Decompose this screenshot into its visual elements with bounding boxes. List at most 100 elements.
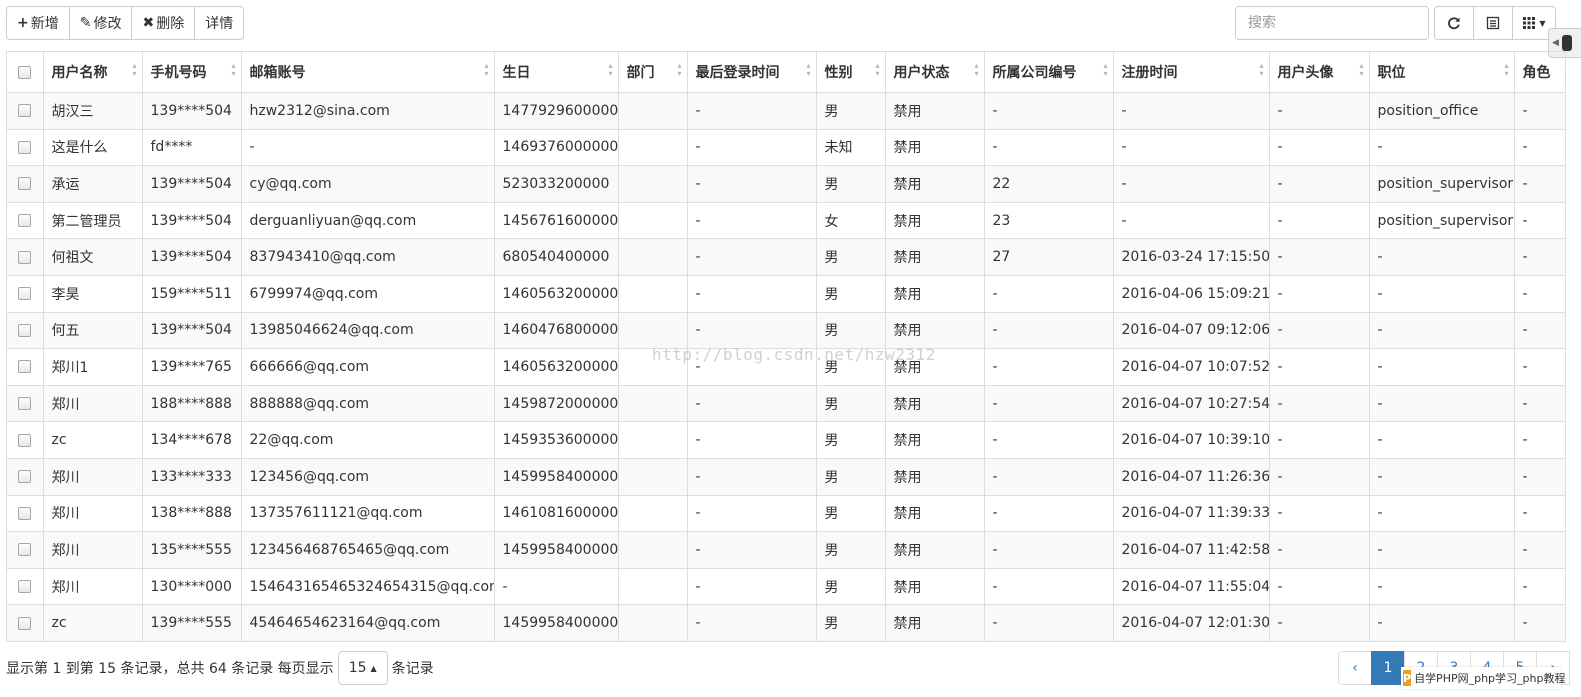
table-row[interactable]: zc 139****555 45464654623164@qq.com 1459958… xyxy=(7,604,1565,641)
table-cell: - xyxy=(1113,165,1270,203)
select-all-checkbox-cell[interactable] xyxy=(7,52,44,93)
row-checkbox-cell[interactable] xyxy=(7,495,44,533)
search-input[interactable] xyxy=(1235,6,1429,40)
column-header[interactable]: 生日 xyxy=(494,52,619,93)
table-cell: position_supervisor xyxy=(1369,202,1515,240)
table-cell: - xyxy=(1369,312,1515,350)
column-header[interactable]: 性别 xyxy=(816,52,886,93)
table-cell: - xyxy=(1369,568,1515,606)
row-checkbox-cell[interactable] xyxy=(7,92,44,130)
column-header[interactable]: 角色 xyxy=(1514,52,1565,93)
table-cell: 1459958400000 xyxy=(494,531,619,569)
table-tools: ▼ xyxy=(1434,6,1556,40)
row-checkbox[interactable] xyxy=(18,214,32,228)
row-checkbox[interactable] xyxy=(18,580,32,594)
select-all-checkbox[interactable] xyxy=(18,65,32,79)
table-row[interactable]: 郑川1 139****765 666666@qq.com 1460563200000 -… xyxy=(7,348,1565,386)
row-checkbox-cell[interactable] xyxy=(7,385,44,423)
row-checkbox-cell[interactable] xyxy=(7,238,44,276)
table-row[interactable]: 郑川 130****000 154643165465324654315@qq.com… xyxy=(7,568,1565,606)
column-header[interactable]: 用户名称 xyxy=(43,52,143,93)
column-header[interactable]: 邮箱账号 xyxy=(241,52,495,93)
row-checkbox[interactable] xyxy=(18,433,32,447)
detail-button[interactable]: 详情 xyxy=(194,6,245,40)
column-header[interactable]: 部门 xyxy=(618,52,688,93)
row-checkbox-cell[interactable] xyxy=(7,275,44,313)
row-checkbox-cell[interactable] xyxy=(7,348,44,386)
column-header[interactable]: 职位 xyxy=(1369,52,1515,93)
row-checkbox[interactable] xyxy=(18,323,32,337)
table-cell: - xyxy=(1369,531,1515,569)
row-checkbox[interactable] xyxy=(18,104,32,118)
edit-button[interactable]: ✎ 修改 xyxy=(68,6,133,40)
table-row[interactable]: 郑川 133****333 123456@qq.com 1459958400000- 男… xyxy=(7,458,1565,496)
column-header[interactable]: 手机号码 xyxy=(142,52,242,93)
site-badge-text: 自学PHP网_php学习_php教程 xyxy=(1414,672,1566,685)
table-cell: 2016-04-07 10:27:54 xyxy=(1113,385,1270,423)
table-row[interactable]: 何祖文 139****504 837943410@qq.com 68054040000… xyxy=(7,238,1565,276)
table-row[interactable]: 这是什么 fd**** -1469376000000- 未知 禁用 - - - - - xyxy=(7,129,1565,167)
row-checkbox-cell[interactable] xyxy=(7,202,44,240)
prev-page-button[interactable]: ‹ xyxy=(1338,651,1372,685)
table-cell: 郑川 xyxy=(43,458,143,496)
column-header[interactable]: 用户头像 xyxy=(1269,52,1370,93)
table-cell: 男 xyxy=(816,92,886,130)
row-checkbox[interactable] xyxy=(18,140,32,154)
row-checkbox[interactable] xyxy=(18,506,32,520)
table-cell: - xyxy=(1269,568,1370,606)
table-row[interactable]: 何五 139****504 13985046624@qq.com 1460476800… xyxy=(7,312,1565,350)
table-cell: 6799974@qq.com xyxy=(241,275,495,313)
row-checkbox-cell[interactable] xyxy=(7,531,44,569)
table-cell: 男 xyxy=(816,458,886,496)
page-size-dropdown[interactable]: 15 ▲ xyxy=(337,651,388,685)
row-checkbox-cell[interactable] xyxy=(7,604,44,641)
page-button-active[interactable]: 1 xyxy=(1371,651,1405,685)
table-row[interactable]: 郑川 138****888 137357611121@qq.com 146108160… xyxy=(7,495,1565,533)
table-cell: - xyxy=(1269,312,1370,350)
table-cell: - xyxy=(1113,129,1270,167)
column-header[interactable]: 所属公司编号 xyxy=(984,52,1114,93)
row-checkbox[interactable] xyxy=(18,287,32,301)
table-row[interactable]: zc 134****678 22@qq.com 1459353600000- 男禁用 -2… xyxy=(7,421,1565,459)
table-row[interactable]: 承运 139****504 cy@qq.com 523033200000- 男禁用 22-… xyxy=(7,165,1565,203)
column-header[interactable]: 用户状态 xyxy=(885,52,985,93)
row-checkbox[interactable] xyxy=(18,397,32,411)
table-cell: 禁用 xyxy=(885,568,985,606)
table-row[interactable]: 第二管理员 139****504 derguanliyuan@qq.com 14567… xyxy=(7,202,1565,240)
column-header[interactable]: 最后登录时间 xyxy=(687,52,817,93)
table-cell xyxy=(618,495,688,533)
table-cell: 139****555 xyxy=(142,604,242,641)
site-badge[interactable]: P 自学PHP网_php学习_php教程 xyxy=(1401,667,1565,689)
table-cell: 2016-03-24 17:15:50 xyxy=(1113,238,1270,276)
delete-button[interactable]: ✖ 删除 xyxy=(131,6,196,40)
table-cell: 1460563200000 xyxy=(494,275,619,313)
table-row[interactable]: 胡汉三 139****504 hzw2312@sina.com 14779296000… xyxy=(7,92,1565,130)
table-cell: 188****888 xyxy=(142,385,242,423)
toggle-view-button[interactable] xyxy=(1473,6,1513,40)
refresh-button[interactable] xyxy=(1434,6,1474,40)
table-cell: 2016-04-07 10:39:10 xyxy=(1113,421,1270,459)
row-checkbox-cell[interactable] xyxy=(7,312,44,350)
table-cell xyxy=(618,421,688,459)
table-cell: - xyxy=(1514,385,1565,423)
table-cell: 1460476800000 xyxy=(494,312,619,350)
row-checkbox[interactable] xyxy=(18,616,32,630)
row-checkbox[interactable] xyxy=(18,470,32,484)
add-button[interactable]: + 新增 xyxy=(6,6,70,40)
table-row[interactable]: 郑川 135****555 123456468765465@qq.com 145995… xyxy=(7,531,1565,569)
row-checkbox-cell[interactable] xyxy=(7,421,44,459)
row-checkbox-cell[interactable] xyxy=(7,165,44,203)
table-cell xyxy=(618,568,688,606)
row-checkbox-cell[interactable] xyxy=(7,568,44,606)
row-checkbox[interactable] xyxy=(18,360,32,374)
row-checkbox[interactable] xyxy=(18,250,32,264)
row-checkbox-cell[interactable] xyxy=(7,129,44,167)
column-header[interactable]: 注册时间 xyxy=(1113,52,1270,93)
table-row[interactable]: 郑川 188****888 888888@qq.com 1459872000000- 男… xyxy=(7,385,1565,423)
row-checkbox-cell[interactable] xyxy=(7,458,44,496)
refresh-icon xyxy=(1448,17,1460,30)
table-row[interactable]: 李昊 159****511 6799974@qq.com 1460563200000 -… xyxy=(7,275,1565,313)
row-checkbox[interactable] xyxy=(18,177,32,191)
row-checkbox[interactable] xyxy=(18,543,32,557)
table-cell: - xyxy=(984,568,1114,606)
